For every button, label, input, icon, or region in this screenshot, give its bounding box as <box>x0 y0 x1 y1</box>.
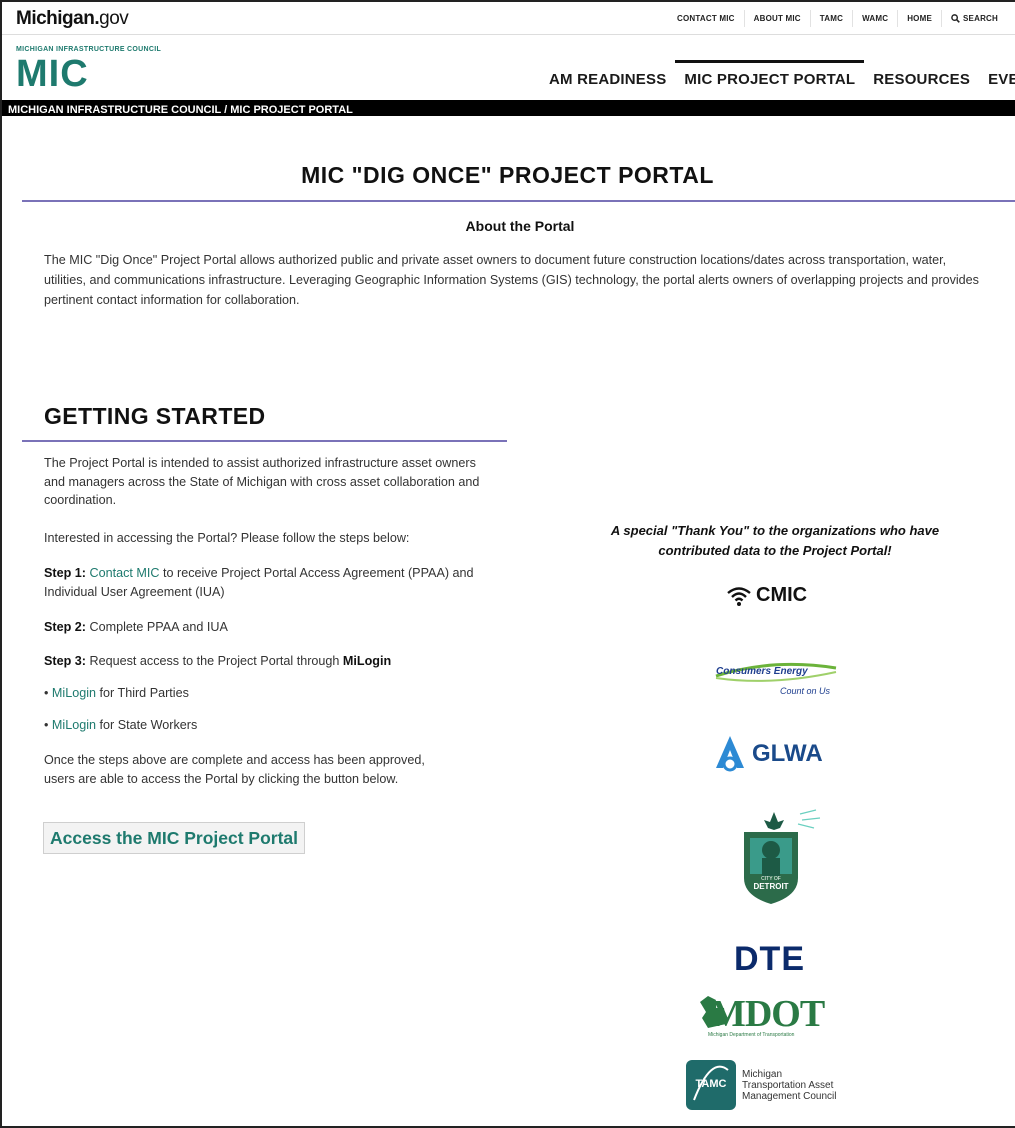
step-2: Step 2: Complete PPAA and IUA <box>44 620 228 634</box>
milogin-state-workers-item: • MiLogin for State Workers <box>44 718 198 732</box>
utility-contact-mic[interactable]: CONTACT MIC <box>668 10 744 27</box>
michigan-gov-logo[interactable]: Michigan.gov <box>16 8 129 30</box>
city-of-detroit-logo: CITY OF DETROIT <box>740 808 822 906</box>
milogin-third-parties-link[interactable]: MiLogin <box>52 686 96 700</box>
main-nav: AM READINESS MIC PROJECT PORTAL RESOURCE… <box>540 60 1015 96</box>
steps-question: Interested in accessing the Portal? Plea… <box>44 531 410 545</box>
cmic-logo: CMIC <box>726 584 807 607</box>
contact-mic-link[interactable]: Contact MIC <box>90 566 160 580</box>
getting-started-heading: GETTING STARTED <box>44 403 266 429</box>
about-heading: About the Portal <box>465 218 575 234</box>
about-text: The MIC "Dig Once" Project Portal allows… <box>44 253 979 307</box>
tamc-name: Michigan Transportation Asset Management… <box>742 1068 837 1102</box>
page-title: MIC "DIG ONCE" PROJECT PORTAL <box>301 162 714 188</box>
utility-about-mic[interactable]: ABOUT MIC <box>743 10 810 27</box>
wifi-icon <box>727 586 751 606</box>
utility-home[interactable]: HOME <box>897 10 941 27</box>
thank-you-note: A special "Thank You" to the organizatio… <box>610 523 940 558</box>
utility-tamc[interactable]: TAMC <box>809 10 852 27</box>
getting-started-divider <box>22 440 507 442</box>
utility-wamc[interactable]: WAMC <box>852 10 897 27</box>
step-3: Step 3: Request access to the Project Po… <box>44 654 392 668</box>
mdot-logo: MDOT Michigan Department of Transportati… <box>694 990 860 1040</box>
nav-resources[interactable]: RESOURCES <box>864 60 979 96</box>
intro-text: The Project Portal is intended to assist… <box>44 456 480 507</box>
search-icon <box>951 14 960 23</box>
milogin-state-workers-link[interactable]: MiLogin <box>52 718 96 732</box>
nav-events[interactable]: EVENTS <box>979 60 1015 96</box>
tamc-logo: TAMC Michigan Transportation Asset Manag… <box>686 1060 837 1110</box>
title-divider <box>22 200 1015 202</box>
consumers-energy-logo: Consumers Energy Count on Us <box>712 656 842 700</box>
access-portal-button[interactable]: Access the MIC Project Portal <box>43 822 305 854</box>
top-utility-bar: Michigan.gov CONTACT MIC ABOUT MIC TAMC … <box>2 2 1015 35</box>
breadcrumb-text[interactable]: MICHIGAN INFRASTRUCTURE COUNCIL / MIC PR… <box>8 104 353 116</box>
step-1: Step 1: Contact MIC to receive Project P… <box>44 566 474 599</box>
nav-am-readiness[interactable]: AM READINESS <box>540 60 675 96</box>
council-label: MICHIGAN INFRASTRUCTURE COUNCIL <box>16 46 162 53</box>
milogin-third-parties-item: • MiLogin for Third Parties <box>44 686 189 700</box>
utility-nav: CONTACT MIC ABOUT MIC TAMC WAMC HOME SEA… <box>668 10 1007 27</box>
utility-search[interactable]: SEARCH <box>941 10 1007 27</box>
nav-mic-project-portal[interactable]: MIC PROJECT PORTAL <box>675 60 865 96</box>
glwa-logo: GLWA <box>712 734 823 774</box>
completion-text: Once the steps above are complete and ac… <box>44 753 425 786</box>
dte-logo: DTE <box>734 940 805 978</box>
mic-logo[interactable]: MIC <box>16 54 89 94</box>
water-drop-icon <box>716 736 744 772</box>
breadcrumb: MICHIGAN INFRASTRUCTURE COUNCIL / MIC PR… <box>2 100 1015 116</box>
